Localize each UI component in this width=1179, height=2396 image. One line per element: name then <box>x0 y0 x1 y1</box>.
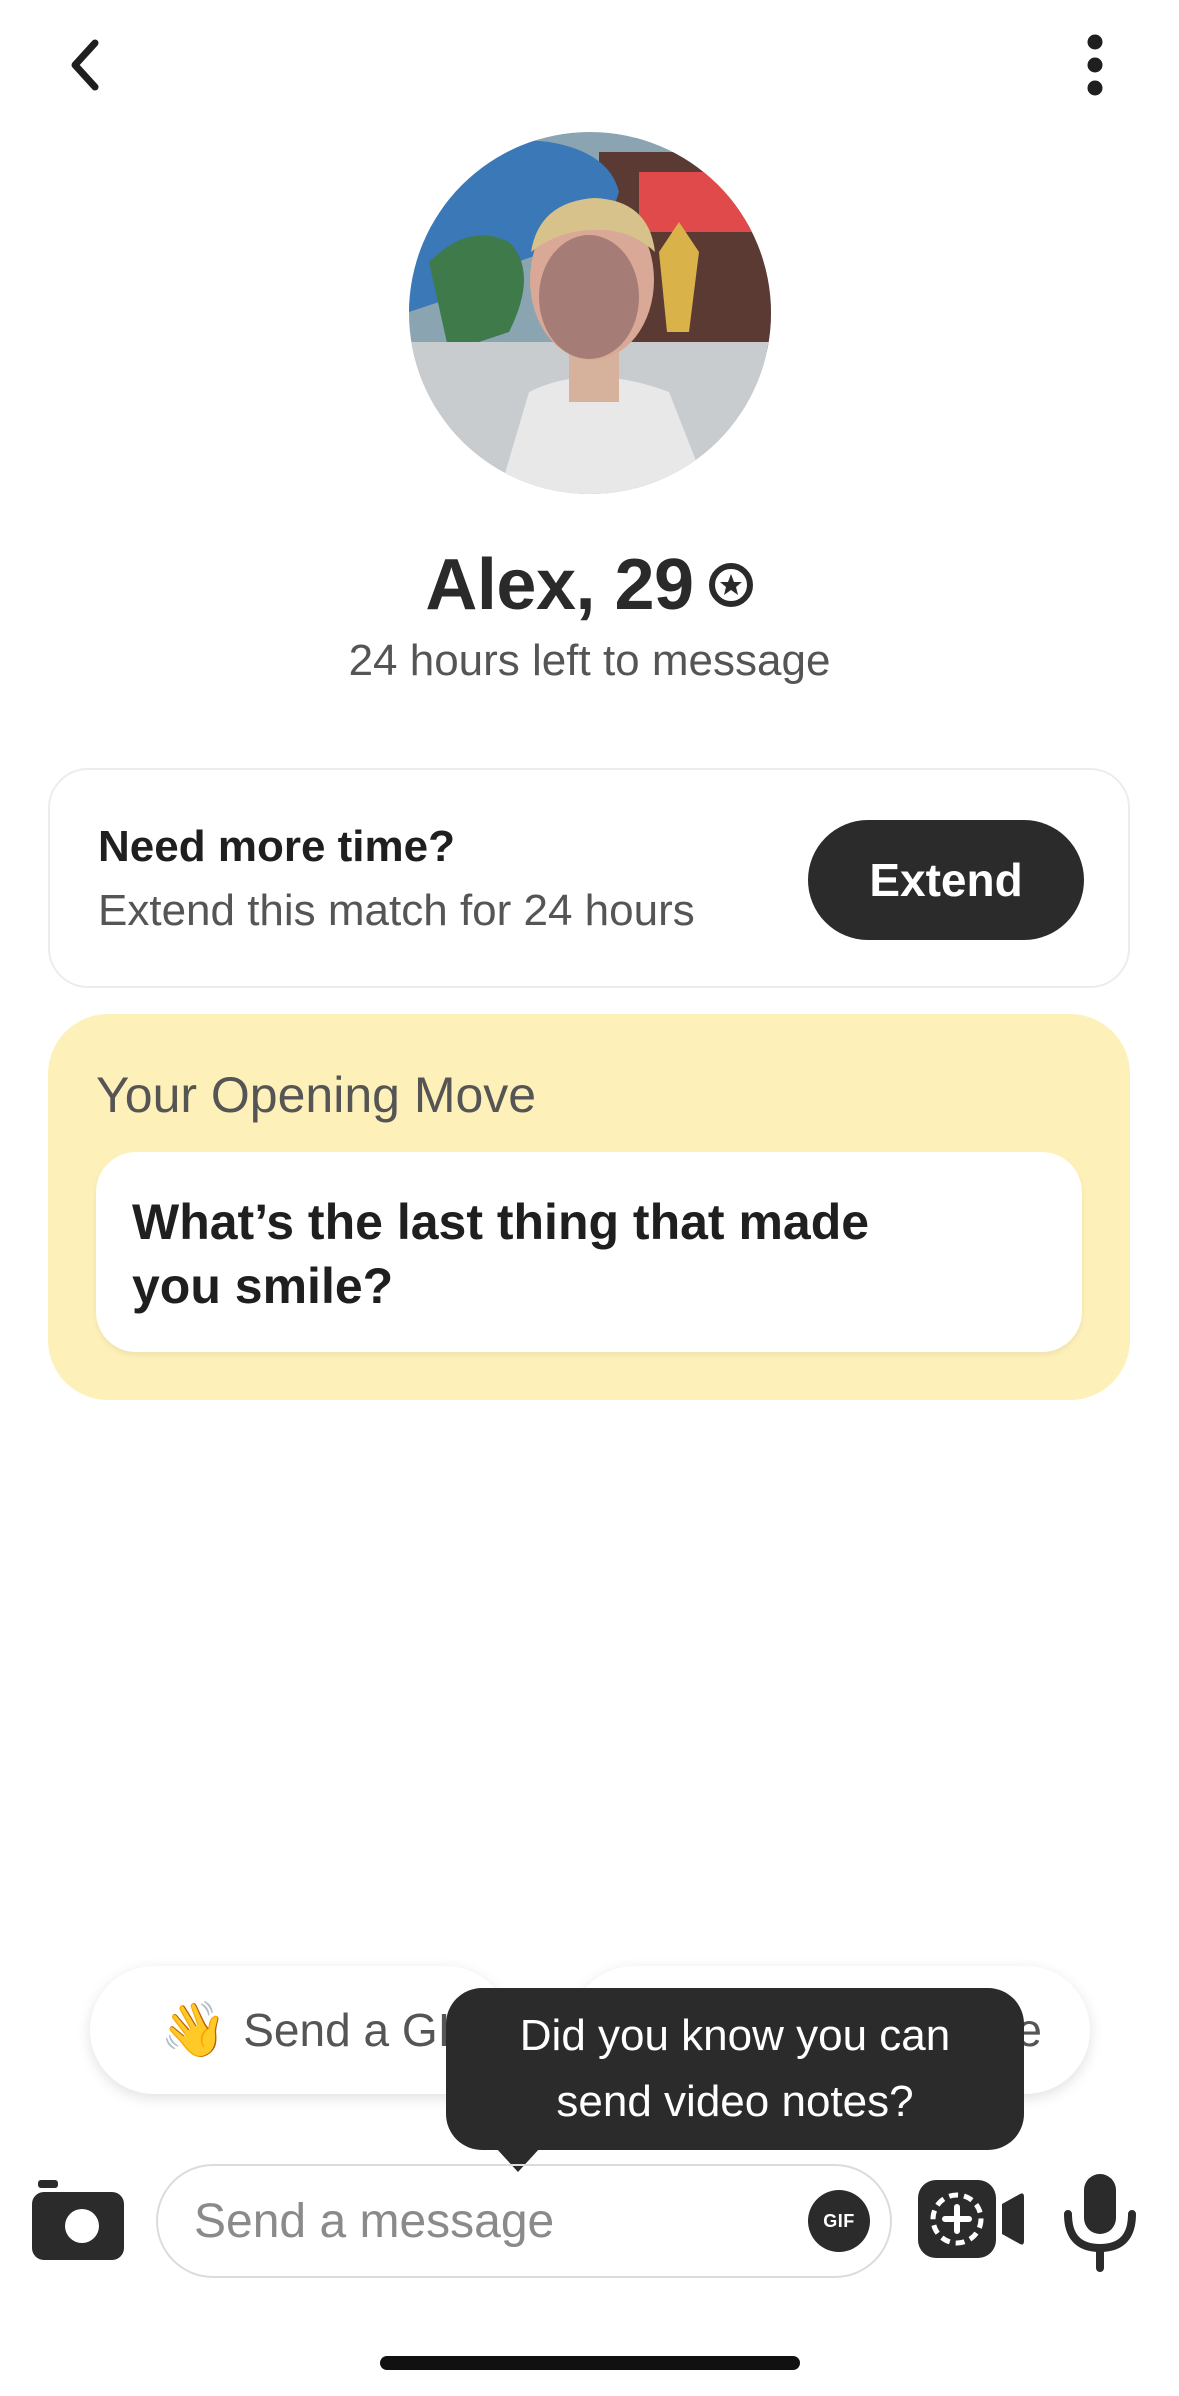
opening-move-question-box[interactable]: What’s the last thing that made you smil… <box>96 1152 1082 1352</box>
gif-button[interactable]: GIF <box>808 2190 870 2252</box>
extend-card-subtitle: Extend this match for 24 hours <box>98 886 695 935</box>
profile-header: Alex, 29 <box>0 540 1179 630</box>
opening-move-label: Your Opening Move <box>96 1067 537 1123</box>
opening-move-question: What’s the last thing that made you smil… <box>132 1194 870 1314</box>
voice-message-button[interactable] <box>1060 2172 1140 2272</box>
back-button[interactable] <box>50 30 120 100</box>
camera-button[interactable] <box>30 2178 126 2264</box>
message-input-container[interactable]: GIF <box>156 2164 892 2278</box>
profile-photo[interactable] <box>409 132 771 494</box>
send-gif-chip-label: Send a GIF <box>243 2004 479 2056</box>
camera-icon <box>32 2180 124 2260</box>
message-input[interactable] <box>192 2192 756 2250</box>
vertical-dots-icon <box>1087 34 1103 96</box>
tooltip-text: Did you know you can send video notes? <box>519 2011 951 2126</box>
match-timer: 24 hours left to message <box>348 636 831 685</box>
more-options-button[interactable] <box>1060 30 1130 100</box>
waving-hand-icon: 👋 <box>160 1999 228 2060</box>
profile-name: Alex, 29 <box>425 545 694 625</box>
extend-card-title: Need more time? <box>98 822 455 871</box>
video-notes-tooltip[interactable]: Did you know you can send video notes? <box>446 1988 1024 2150</box>
extend-match-card: Need more time? Extend this match for 24… <box>48 768 1130 988</box>
microphone-icon <box>1064 2174 1136 2272</box>
home-indicator <box>380 2356 800 2370</box>
chevron-left-icon <box>71 39 99 91</box>
verified-badge-icon <box>708 563 753 607</box>
video-note-button[interactable] <box>916 2178 1026 2262</box>
opening-move-card: Your Opening Move What’s the last thing … <box>48 1014 1130 1400</box>
video-note-icon <box>918 2180 1024 2258</box>
extend-button[interactable]: Extend <box>808 820 1084 940</box>
